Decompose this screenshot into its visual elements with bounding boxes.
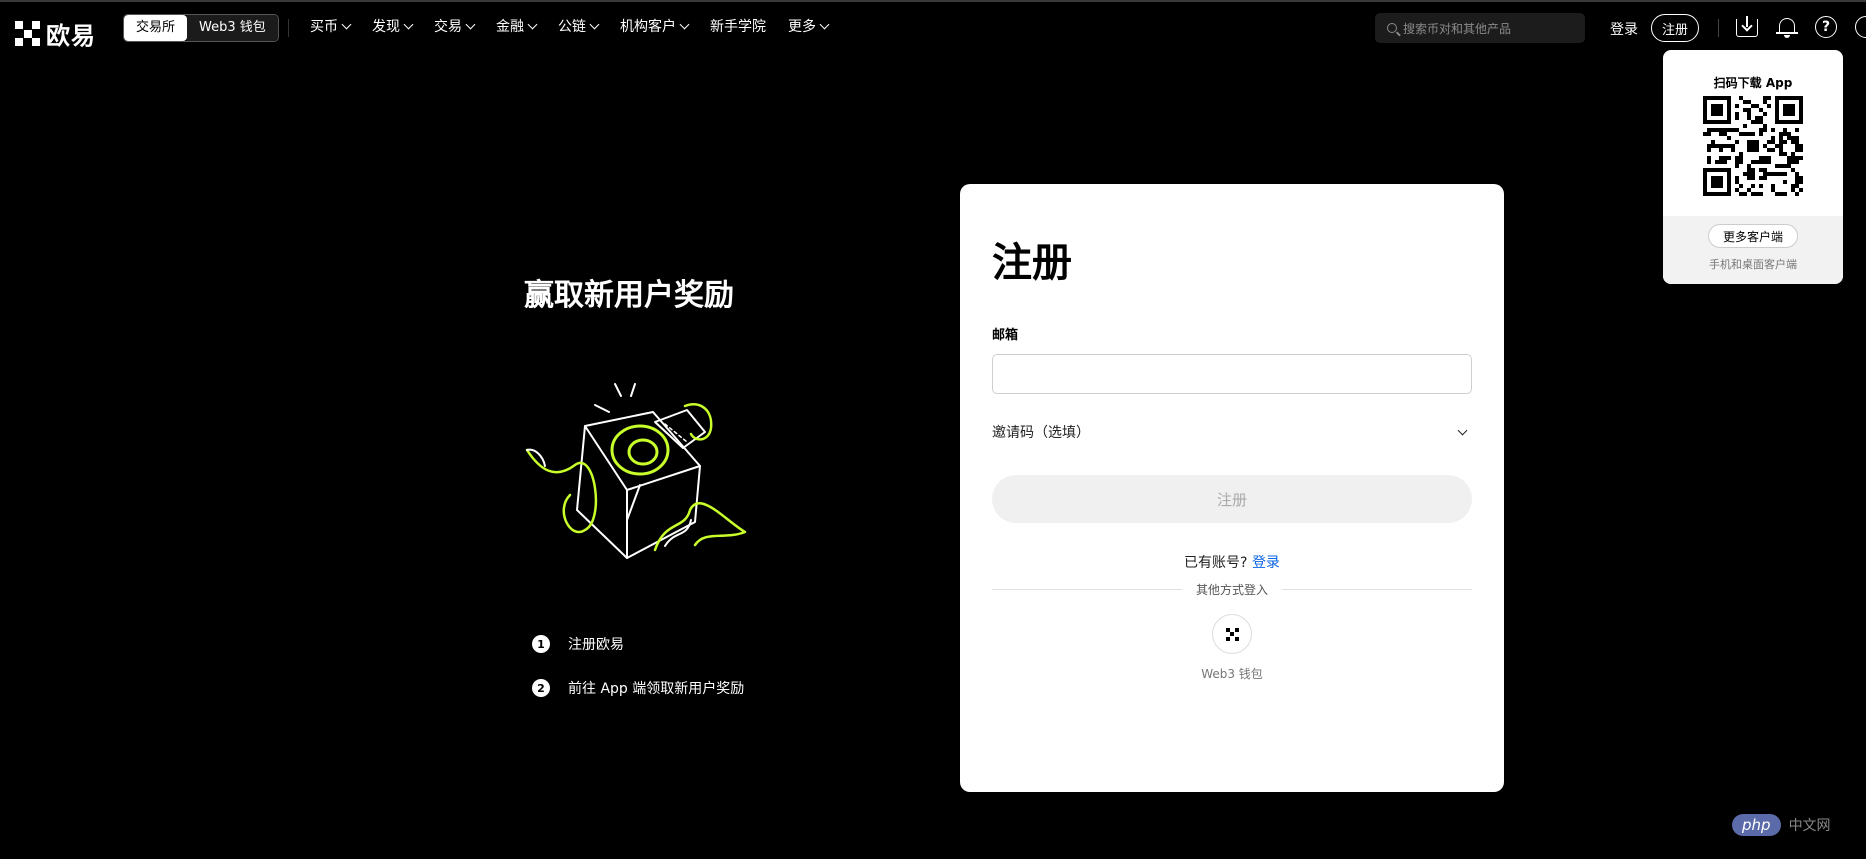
more-clients-button[interactable]: 更多客户端 bbox=[1708, 224, 1798, 248]
nav-academy[interactable]: 新手学院 bbox=[710, 16, 766, 36]
chevron-down-icon bbox=[465, 19, 476, 29]
mode-switch: 交易所 Web3 钱包 bbox=[123, 14, 279, 42]
download-icon[interactable] bbox=[1736, 16, 1758, 37]
help-icon[interactable]: ? bbox=[1815, 16, 1837, 38]
nav-finance[interactable]: 金融 bbox=[496, 16, 538, 36]
search-icon bbox=[1387, 23, 1397, 33]
nav-public-chain[interactable]: 公链 bbox=[558, 16, 600, 36]
watermark-text: 中文网 bbox=[1788, 818, 1831, 834]
have-account-text: 已有账号? bbox=[1184, 555, 1248, 571]
web3-wallet-label: Web3 钱包 bbox=[1201, 667, 1263, 681]
gift-box-illustration bbox=[525, 383, 747, 559]
register-card: 注册 邮箱 邀请码（选填） 注册 已有账号? 登录 其他方式登入 Web3 钱包 bbox=[960, 184, 1504, 792]
qr-code-image bbox=[1703, 96, 1803, 196]
chevron-down-icon bbox=[589, 19, 600, 29]
watermark-badge: php bbox=[1732, 814, 1781, 836]
chevron-down-icon bbox=[527, 19, 538, 29]
step-number-badge: 2 bbox=[532, 679, 550, 697]
brand-name: 欧易 bbox=[46, 22, 96, 50]
email-label: 邮箱 bbox=[992, 328, 1019, 343]
download-app-popup: 扫码下载 App 更多客户端 手机和桌面客户端 bbox=[1663, 50, 1843, 284]
invite-code-toggle[interactable]: 邀请码（选填） bbox=[992, 422, 1472, 442]
have-account-row: 已有账号? 登录 bbox=[960, 552, 1504, 572]
step-text: 注册欧易 bbox=[568, 637, 624, 653]
chevron-down-icon bbox=[341, 19, 352, 29]
login-link[interactable]: 登录 bbox=[1252, 555, 1280, 571]
search-placeholder: 搜索币对和其他产品 bbox=[1403, 21, 1512, 36]
promo-steps: 1 注册欧易 2 前往 App 端领取新用户奖励 bbox=[532, 634, 744, 722]
chevron-down-icon bbox=[1457, 425, 1468, 435]
qr-title: 扫码下载 App bbox=[1713, 76, 1793, 90]
register-button[interactable]: 注册 bbox=[1651, 14, 1699, 42]
nav-institutional[interactable]: 机构客户 bbox=[620, 16, 690, 36]
mode-exchange-tab[interactable]: 交易所 bbox=[124, 15, 188, 41]
other-methods-divider: 其他方式登入 bbox=[992, 582, 1473, 597]
chevron-down-icon bbox=[819, 19, 830, 29]
step-number-badge: 1 bbox=[532, 635, 550, 653]
okx-logo-icon bbox=[15, 21, 40, 46]
brand-logo[interactable]: 欧易 bbox=[15, 16, 96, 51]
chevron-down-icon bbox=[679, 19, 690, 29]
submit-register-button[interactable]: 注册 bbox=[992, 475, 1472, 523]
chevron-down-icon bbox=[403, 19, 414, 29]
okx-logo-icon bbox=[1225, 627, 1239, 641]
nav-trade[interactable]: 交易 bbox=[434, 16, 476, 36]
top-nav-bar: 欧易 交易所 Web3 钱包 买币 发现 交易 金融 公链 机构客户 新手学院 … bbox=[0, 0, 1866, 52]
login-link[interactable]: 登录 bbox=[1610, 19, 1638, 39]
bell-icon[interactable] bbox=[1776, 16, 1798, 38]
step-text: 前往 App 端领取新用户奖励 bbox=[568, 681, 745, 697]
clients-subtitle: 手机和桌面客户端 bbox=[1709, 258, 1797, 271]
mode-web3-wallet-tab[interactable]: Web3 钱包 bbox=[187, 15, 278, 41]
invite-code-label: 邀请码（选填） bbox=[992, 425, 1090, 441]
web3-wallet-login-button[interactable] bbox=[1212, 614, 1252, 654]
nav-discover[interactable]: 发现 bbox=[372, 16, 414, 36]
watermark: php 中文网 bbox=[1732, 814, 1831, 836]
main-nav: 买币 发现 交易 金融 公链 机构客户 新手学院 更多 bbox=[310, 16, 830, 36]
promo-step: 2 前往 App 端领取新用户奖励 bbox=[532, 678, 744, 698]
search-input[interactable]: 搜索币对和其他产品 bbox=[1375, 13, 1585, 43]
nav-more[interactable]: 更多 bbox=[788, 16, 830, 36]
promo-step: 1 注册欧易 bbox=[532, 634, 744, 654]
nav-divider bbox=[288, 19, 289, 37]
nav-divider bbox=[1718, 19, 1719, 37]
globe-icon[interactable] bbox=[1855, 16, 1866, 38]
nav-buy-crypto[interactable]: 买币 bbox=[310, 16, 352, 36]
page-title: 注册 bbox=[992, 240, 1072, 286]
promo-title: 赢取新用户奖励 bbox=[524, 278, 734, 313]
other-methods-label: 其他方式登入 bbox=[1196, 582, 1269, 597]
email-field[interactable] bbox=[992, 354, 1472, 394]
